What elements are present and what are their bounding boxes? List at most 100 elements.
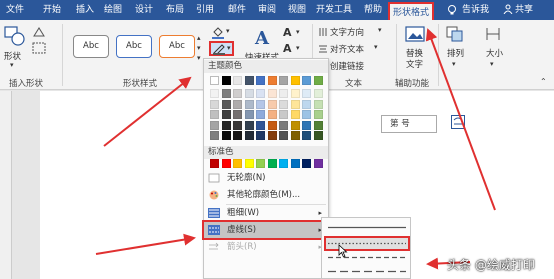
theme-color-swatch[interactable]: [221, 76, 231, 85]
text-outline-chevron-icon[interactable]: ▾: [296, 44, 300, 52]
theme-shade-swatch[interactable]: [221, 89, 231, 98]
text-box-icon[interactable]: [32, 42, 46, 54]
collapse-ribbon-icon[interactable]: ⌃: [540, 77, 547, 86]
theme-shade-swatch[interactable]: [290, 110, 300, 119]
no-outline-item[interactable]: 无轮廓(N): [204, 170, 328, 186]
theme-shade-swatch[interactable]: [290, 131, 300, 140]
text-direction-button[interactable]: 文字方向: [330, 26, 364, 38]
shape-style-gray[interactable]: Abc: [73, 35, 109, 58]
quick-styles-icon[interactable]: A: [253, 26, 273, 48]
standard-color-swatch[interactable]: [313, 159, 323, 168]
theme-color-swatch[interactable]: [313, 76, 323, 85]
theme-shade-swatch[interactable]: [256, 120, 265, 130]
theme-shade-swatch[interactable]: [210, 120, 219, 130]
edit-shape-icon[interactable]: [32, 26, 46, 38]
shape-textbox[interactable]: 第 号: [381, 115, 437, 133]
arrange-icon[interactable]: [445, 25, 465, 43]
theme-shade-swatch[interactable]: [221, 99, 231, 109]
text-direction-icon[interactable]: [318, 27, 328, 37]
tab-home[interactable]: 开始: [43, 3, 61, 18]
theme-shade-swatch[interactable]: [302, 99, 311, 109]
theme-shade-swatch[interactable]: [244, 120, 254, 130]
theme-shade-swatch[interactable]: [256, 99, 265, 109]
theme-shade-swatch[interactable]: [233, 110, 242, 119]
shape-fill-chevron-icon[interactable]: ▾: [226, 27, 230, 35]
styles-scroll-down-icon[interactable]: ▾: [197, 44, 201, 52]
theme-shade-swatch[interactable]: [233, 120, 242, 130]
theme-shade-swatch[interactable]: [267, 89, 277, 98]
theme-shade-swatch[interactable]: [210, 89, 219, 98]
layout-options-icon[interactable]: [451, 115, 465, 129]
theme-shade-swatch[interactable]: [279, 131, 288, 140]
shape-outline-button[interactable]: ▾: [209, 41, 234, 56]
theme-color-swatch[interactable]: [267, 76, 277, 85]
align-text-chevron-icon[interactable]: ▾: [374, 43, 378, 51]
theme-shade-swatch[interactable]: [221, 131, 231, 140]
standard-color-swatch[interactable]: [221, 159, 231, 168]
theme-shade-swatch[interactable]: [210, 99, 219, 109]
theme-shade-swatch[interactable]: [290, 89, 300, 98]
theme-shade-swatch[interactable]: [313, 131, 323, 140]
theme-color-swatch[interactable]: [210, 76, 219, 85]
more-outline-colors-item[interactable]: 其他轮廓颜色(M)...: [204, 187, 328, 203]
theme-shade-swatch[interactable]: [233, 99, 242, 109]
dash-long-option[interactable]: [326, 266, 408, 277]
standard-color-swatch[interactable]: [290, 159, 300, 168]
theme-shade-swatch[interactable]: [221, 120, 231, 130]
theme-shade-swatch[interactable]: [267, 131, 277, 140]
tab-references[interactable]: 引用: [196, 3, 214, 18]
tab-developer[interactable]: 开发工具: [316, 3, 352, 18]
size-icon[interactable]: [484, 25, 502, 43]
theme-shade-swatch[interactable]: [302, 131, 311, 140]
tab-shape-format[interactable]: 形状格式: [388, 2, 435, 20]
theme-color-swatch[interactable]: [290, 76, 300, 85]
standard-color-swatch[interactable]: [256, 159, 265, 168]
theme-color-swatch[interactable]: [279, 76, 288, 85]
size-chevron-icon[interactable]: ▾: [490, 60, 494, 68]
theme-color-swatch[interactable]: [233, 76, 242, 85]
shapes-dropdown-chevron-icon[interactable]: ▾: [10, 61, 14, 69]
theme-shade-swatch[interactable]: [210, 110, 219, 119]
standard-color-swatch[interactable]: [244, 159, 254, 168]
alt-text-icon[interactable]: [405, 25, 425, 43]
tab-file[interactable]: 文件: [6, 3, 24, 18]
tab-review[interactable]: 审阅: [258, 3, 276, 18]
tab-insert[interactable]: 插入: [76, 3, 94, 18]
theme-shade-swatch[interactable]: [279, 89, 288, 98]
theme-shade-swatch[interactable]: [267, 110, 277, 119]
tab-help[interactable]: 帮助: [364, 3, 382, 18]
size-button[interactable]: 大小: [486, 47, 503, 59]
arrange-button[interactable]: 排列: [447, 47, 464, 59]
weight-item[interactable]: 粗细(W) ▸: [204, 205, 328, 221]
styles-more-icon[interactable]: ▾: [197, 54, 201, 62]
standard-color-swatch[interactable]: [302, 159, 311, 168]
theme-shade-swatch[interactable]: [244, 110, 254, 119]
theme-shade-swatch[interactable]: [302, 120, 311, 130]
theme-shade-swatch[interactable]: [279, 110, 288, 119]
tab-draw[interactable]: 绘图: [104, 3, 122, 18]
theme-shade-swatch[interactable]: [267, 120, 277, 130]
theme-shade-swatch[interactable]: [221, 110, 231, 119]
alt-text-line2[interactable]: 文字: [406, 58, 423, 70]
theme-shade-swatch[interactable]: [256, 89, 265, 98]
dash-solid-option[interactable]: [326, 222, 408, 233]
shape-style-blue[interactable]: Abc: [116, 35, 152, 58]
standard-color-swatch[interactable]: [233, 159, 242, 168]
align-text-button[interactable]: 对齐文本: [330, 43, 364, 55]
standard-color-swatch[interactable]: [267, 159, 277, 168]
theme-shade-swatch[interactable]: [267, 99, 277, 109]
theme-color-swatch[interactable]: [256, 76, 265, 85]
theme-shade-swatch[interactable]: [313, 120, 323, 130]
tab-design[interactable]: 设计: [135, 3, 153, 18]
standard-color-swatch[interactable]: [210, 159, 219, 168]
shapes-icon[interactable]: [3, 25, 27, 47]
text-direction-chevron-icon[interactable]: ▾: [378, 26, 382, 34]
theme-shade-swatch[interactable]: [244, 99, 254, 109]
theme-color-swatch[interactable]: [244, 76, 254, 85]
text-fill-icon[interactable]: A: [283, 26, 292, 39]
tab-view[interactable]: 视图: [288, 3, 306, 18]
text-fill-chevron-icon[interactable]: ▾: [296, 28, 300, 36]
theme-shade-swatch[interactable]: [279, 120, 288, 130]
shape-fill-icon[interactable]: [211, 25, 225, 39]
align-text-icon[interactable]: [318, 44, 328, 54]
